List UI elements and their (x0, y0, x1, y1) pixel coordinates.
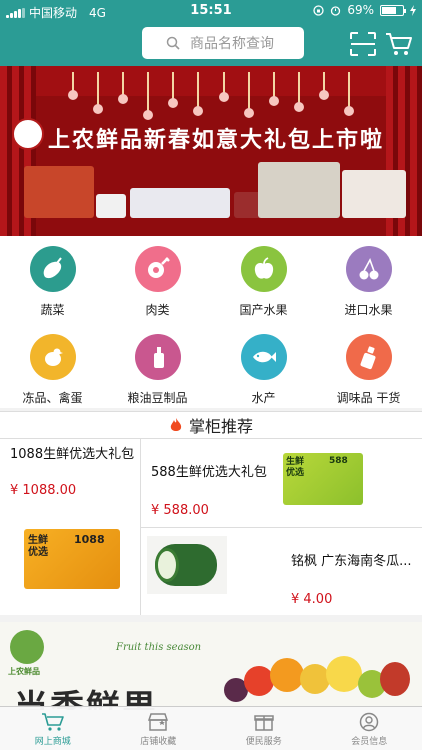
lanterns (60, 72, 362, 120)
recommend-title: 掌柜推荐 (188, 417, 253, 436)
category-circle (134, 334, 181, 380)
category-seafood[interactable]: 水产 (211, 334, 316, 406)
store-icon (148, 713, 169, 731)
brand-logo (10, 630, 44, 664)
tab-online-mall[interactable]: 网上商城 (0, 707, 106, 750)
category-label: 水产 (251, 391, 276, 405)
battery-icon (380, 4, 406, 16)
fruit-basket (224, 648, 414, 710)
recommend-header: 掌柜推荐 (0, 411, 422, 439)
category-circle (134, 246, 181, 292)
product-image: 生鲜优选 588 (283, 453, 363, 505)
product-image (147, 536, 227, 594)
category-label: 冻品、禽蛋 (22, 391, 83, 405)
tab-bar: 网上商城 店铺收藏 便民服务 会员信息 (0, 706, 422, 750)
gift-box (96, 194, 126, 218)
category-label: 肉类 (145, 303, 170, 317)
gift-box (258, 162, 340, 218)
card-label: 生鲜优选 (28, 535, 48, 558)
promo-banner[interactable]: 上农鲜品新春如意大礼包上市啦 (0, 66, 422, 236)
recommend-grid: 1088生鲜优选大礼包 ¥ 1088.00 生鲜优选 1088 588生鲜优选大… (0, 439, 422, 615)
user-icon (360, 712, 379, 732)
search-placeholder: 商品名称查询 (190, 36, 274, 52)
category-frozen-poultry-eggs[interactable]: 冻品、禽蛋 (0, 334, 105, 406)
tab-label: 便民服务 (245, 737, 282, 747)
category-meat[interactable]: 肉类 (105, 246, 210, 318)
product-card-1088[interactable]: 1088生鲜优选大礼包 ¥ 1088.00 生鲜优选 1088 (0, 439, 140, 615)
gift-box (130, 188, 230, 218)
cherry-icon (359, 258, 378, 280)
gift-box (342, 170, 406, 218)
card-number: 588 (329, 456, 348, 466)
lock-rotation-icon (313, 4, 324, 16)
product-card-588[interactable]: 588生鲜优选大礼包 ¥ 588.00 生鲜优选 588 (141, 439, 422, 527)
search-icon (166, 36, 180, 50)
product-name: 铭枫 广东海南冬瓜... (291, 554, 412, 569)
category-vegetables[interactable]: 蔬菜 (0, 246, 105, 318)
tab-store-favorites[interactable]: 店铺收藏 (106, 707, 212, 750)
banner-title: 上农鲜品新春如意大礼包上市啦 (48, 127, 385, 153)
card-number: 1088 (74, 533, 105, 546)
app: 中国移动 4G 15:51 69% 商品名称查询 上农鲜品新春如意大礼包上市啦 … (0, 0, 422, 750)
card-label: 生鲜优选 (286, 457, 305, 478)
tab-label: 会员信息 (351, 737, 388, 747)
product-price: ¥ 4.00 (291, 592, 333, 607)
category-circle (29, 334, 76, 380)
tab-label: 网上商城 (34, 737, 71, 747)
charging-icon (410, 4, 416, 16)
fish-icon (252, 351, 276, 363)
tab-convenience-services[interactable]: 便民服务 (211, 707, 317, 750)
brand-logo (12, 118, 44, 150)
product-image: 生鲜优选 1088 (24, 529, 120, 589)
product-price: ¥ 588.00 (151, 503, 209, 518)
melon-cut (155, 548, 179, 582)
category-circle (240, 246, 287, 292)
category-circle (345, 334, 392, 380)
gift-icon (254, 715, 274, 731)
category-label: 粮油豆制品 (127, 391, 188, 405)
brand-name: 上农鲜品 (8, 667, 40, 676)
meat-icon (147, 257, 170, 278)
apple-icon (254, 257, 273, 279)
category-circle (29, 246, 76, 292)
category-label: 蔬菜 (40, 303, 65, 317)
category-label: 进口水果 (344, 303, 393, 317)
product-name: 1088生鲜优选大礼包 (10, 447, 135, 462)
tab-member-info[interactable]: 会员信息 (317, 707, 422, 750)
alarm-icon (331, 5, 341, 16)
category-circle (240, 334, 287, 380)
chicken-icon (44, 348, 63, 366)
category-grain-oil[interactable]: 粮油豆制品 (105, 334, 210, 406)
category-domestic-fruit[interactable]: 国产水果 (211, 246, 316, 318)
product-name: 588生鲜优选大礼包 (151, 465, 267, 480)
category-grid: 蔬菜 肉类 国产水果 进口水果 冻品、禽蛋 粮油豆制品 水产 调味品 干货 (0, 236, 422, 408)
gift-box (24, 166, 94, 218)
search-input[interactable]: 商品名称查询 (142, 27, 304, 59)
category-label: 国产水果 (239, 303, 288, 317)
product-price: ¥ 1088.00 (10, 483, 77, 498)
category-label: 调味品 干货 (336, 391, 401, 405)
scan-icon[interactable] (349, 31, 377, 57)
product-card-winter-melon[interactable]: 铭枫 广东海南冬瓜... ¥ 4.00 (141, 528, 422, 615)
battery-percent: 69% (347, 3, 374, 17)
category-circle (345, 246, 392, 292)
seasoning-icon (360, 346, 375, 370)
fruit-season-banner[interactable]: 上农鲜品 Fruit this season 当季鲜果 (0, 622, 422, 710)
cart-icon (41, 713, 64, 731)
flame-icon (170, 418, 182, 431)
header: 中国移动 4G 15:51 69% 商品名称查询 (0, 0, 422, 66)
tab-label: 店铺收藏 (140, 737, 177, 747)
cart-icon[interactable] (385, 31, 413, 57)
script-text: Fruit this season (116, 642, 202, 653)
category-seasoning-dried[interactable]: 调味品 干货 (316, 334, 421, 406)
category-imported-fruit[interactable]: 进口水果 (316, 246, 421, 318)
eggplant-icon (43, 257, 62, 279)
oil-bottle-icon (153, 347, 164, 368)
status-bar: 中国移动 4G 15:51 69% (0, 0, 422, 22)
